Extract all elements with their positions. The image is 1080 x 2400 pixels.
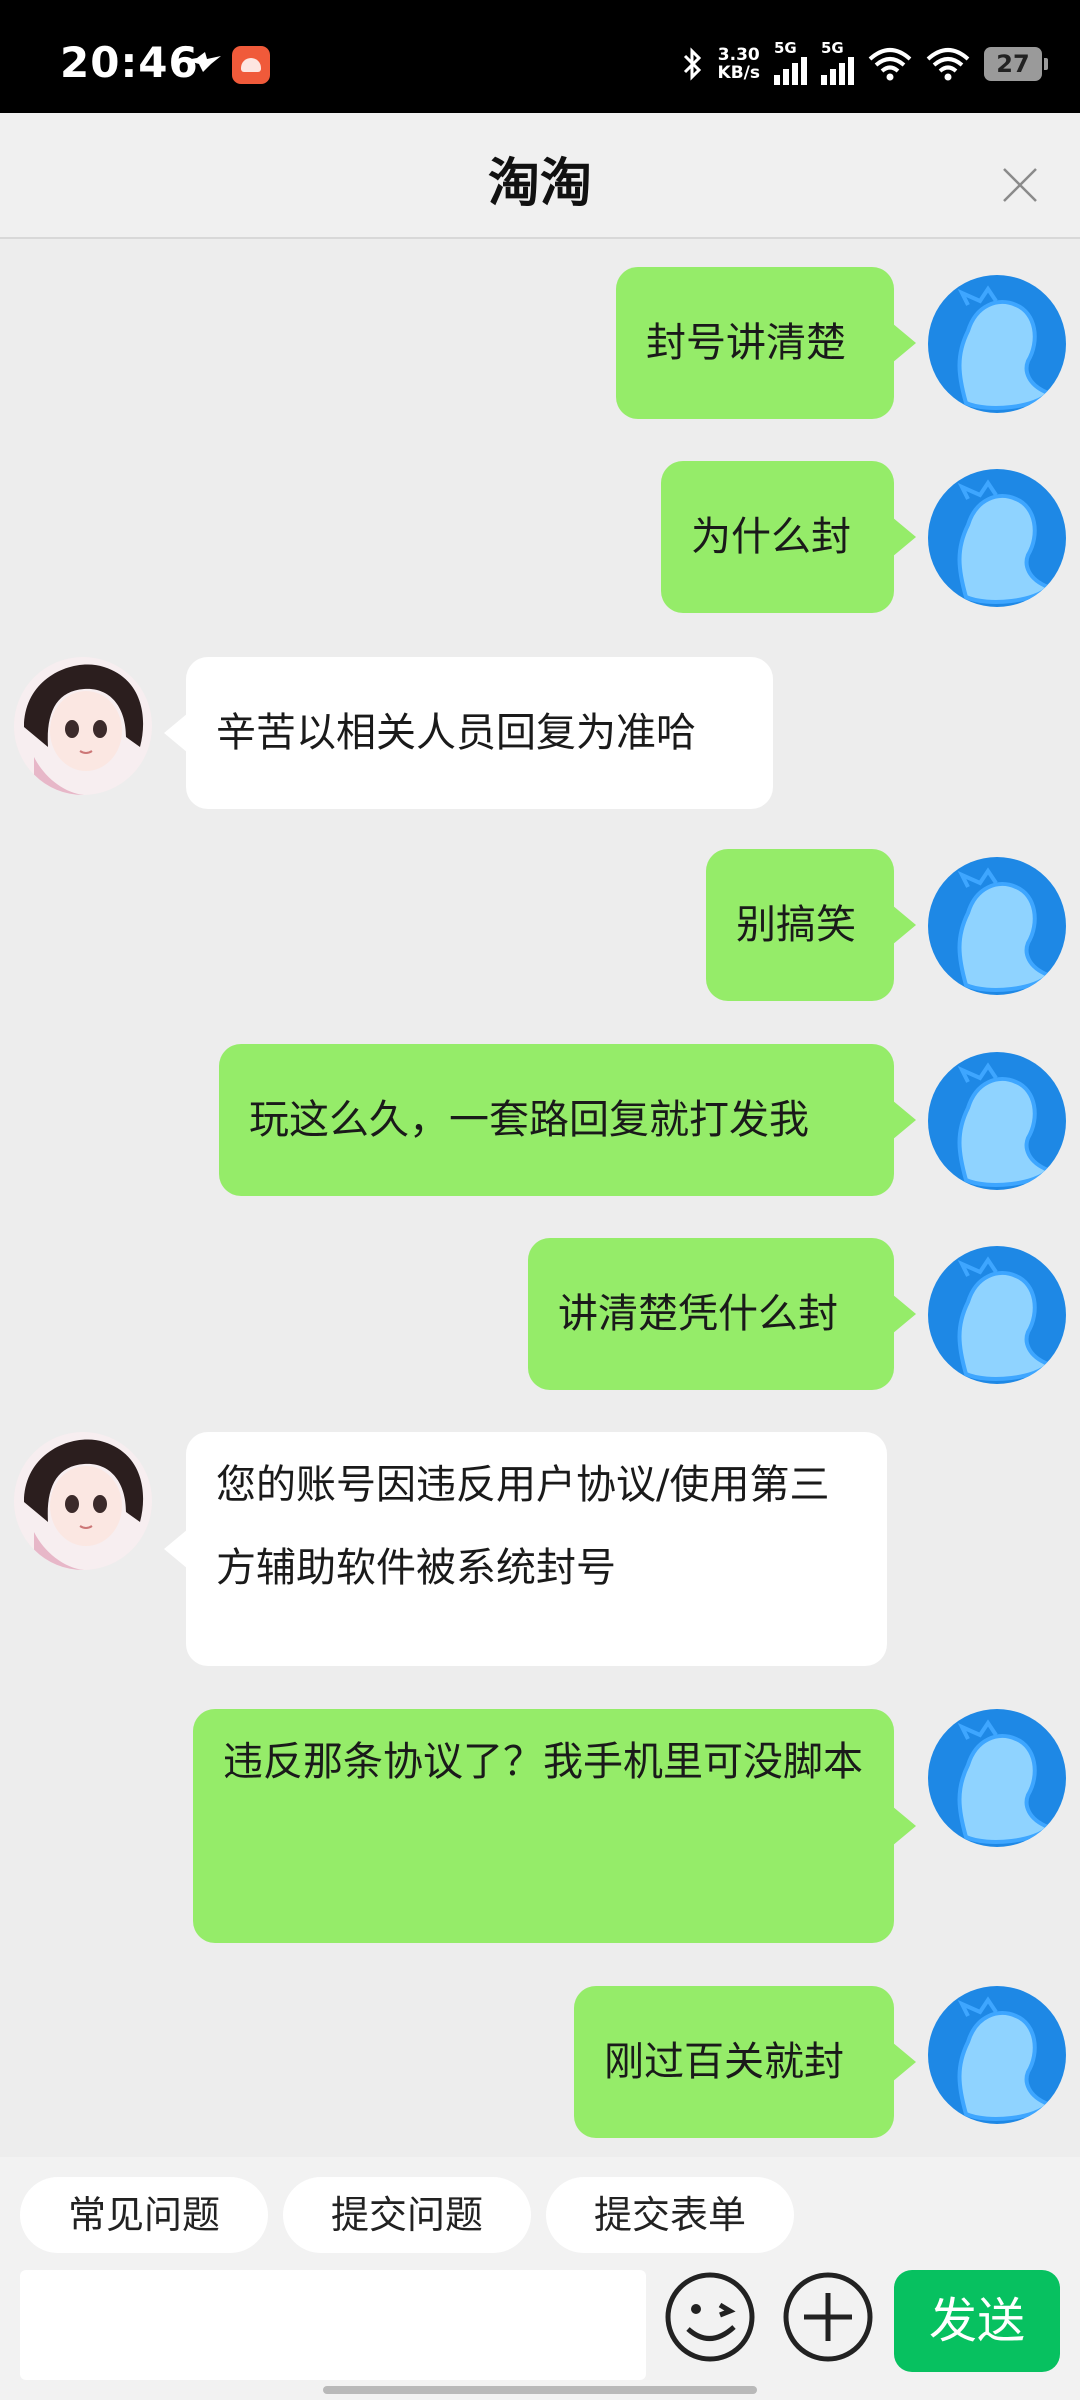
user-message-bubble[interactable]: 刚过百关就封	[574, 1986, 916, 2138]
signal-icon: 5G	[774, 39, 807, 85]
chat-header: 淘淘	[0, 113, 1080, 239]
close-icon[interactable]	[1000, 165, 1040, 205]
user-silhouette-icon	[957, 479, 1052, 604]
user-message-bubble[interactable]: 为什么封	[661, 461, 916, 613]
agent-avatar-image	[14, 657, 152, 795]
page-title: 淘淘	[487, 154, 592, 214]
quick-action-faq[interactable]: 常见问题	[20, 2177, 268, 2253]
user-silhouette-icon	[957, 1996, 1052, 2121]
user-avatar[interactable]	[928, 1246, 1066, 1384]
bluetooth-icon	[683, 47, 701, 81]
send-button[interactable]: 发送	[894, 2270, 1060, 2372]
user-message-bubble[interactable]: 封号讲清楚	[616, 267, 916, 419]
user-message-bubble[interactable]: 违反那条协议了？我手机里可没脚本	[193, 1709, 916, 1943]
user-message-bubble[interactable]: 别搞笑	[706, 849, 916, 1001]
battery-icon: 27	[984, 47, 1048, 81]
wifi-icon	[868, 48, 912, 81]
network-speed: 3.30 KB/s	[718, 46, 760, 82]
user-avatar[interactable]	[928, 1986, 1066, 2124]
signal-icon: 5G	[821, 39, 854, 85]
network-speed-unit: KB/s	[717, 63, 760, 83]
network-speed-value: 3.30	[717, 45, 760, 65]
quick-action-submit-question[interactable]: 提交问题	[283, 2177, 531, 2253]
composer-area: 常见问题 提交问题 提交表单 发送	[0, 2157, 1080, 2400]
emoji-icon[interactable]	[664, 2271, 756, 2363]
status-bar: 20:46 3.30 KB/s 5G 5G 27	[0, 0, 1080, 113]
bird-notification-icon	[185, 52, 221, 72]
agent-message-bubble[interactable]: 您的账号因违反用户协议/使用第三方辅助软件被系统封号	[164, 1432, 887, 1666]
app-notification-icon	[232, 46, 270, 84]
wifi-icon	[926, 48, 970, 81]
user-silhouette-icon	[957, 1256, 1052, 1381]
sim1-gen-label: 5G	[774, 39, 797, 57]
plus-icon[interactable]	[782, 2271, 874, 2363]
user-message-bubble[interactable]: 讲清楚凭什么封	[528, 1238, 916, 1390]
user-message-bubble[interactable]: 玩这么久，一套路回复就打发我	[219, 1044, 916, 1196]
message-input[interactable]	[20, 2270, 646, 2380]
status-time: 20:46	[60, 38, 199, 87]
agent-avatar[interactable]	[14, 657, 152, 795]
user-silhouette-icon	[957, 867, 1052, 992]
battery-level: 27	[996, 50, 1030, 78]
user-avatar[interactable]	[928, 1052, 1066, 1190]
agent-avatar[interactable]	[14, 1432, 152, 1570]
user-avatar[interactable]	[928, 469, 1066, 607]
agent-message-bubble[interactable]: 辛苦以相关人员回复为准哈	[164, 657, 773, 809]
sim2-gen-label: 5G	[821, 39, 844, 57]
user-silhouette-icon	[957, 1062, 1052, 1187]
status-right-group: 3.30 KB/s 5G 5G 27	[682, 39, 1048, 86]
user-avatar[interactable]	[928, 275, 1066, 413]
user-avatar[interactable]	[928, 1709, 1066, 1847]
message-list[interactable]: 封号讲清楚 为什么封 辛苦以相关人员回复为准哈 别搞笑 玩这么久，一套路回复就打…	[0, 239, 1080, 2157]
home-indicator[interactable]	[323, 2386, 757, 2394]
user-avatar[interactable]	[928, 857, 1066, 995]
user-silhouette-icon	[957, 1719, 1052, 1844]
quick-action-submit-form[interactable]: 提交表单	[546, 2177, 794, 2253]
user-silhouette-icon	[957, 285, 1052, 410]
agent-avatar-image	[14, 1432, 152, 1570]
